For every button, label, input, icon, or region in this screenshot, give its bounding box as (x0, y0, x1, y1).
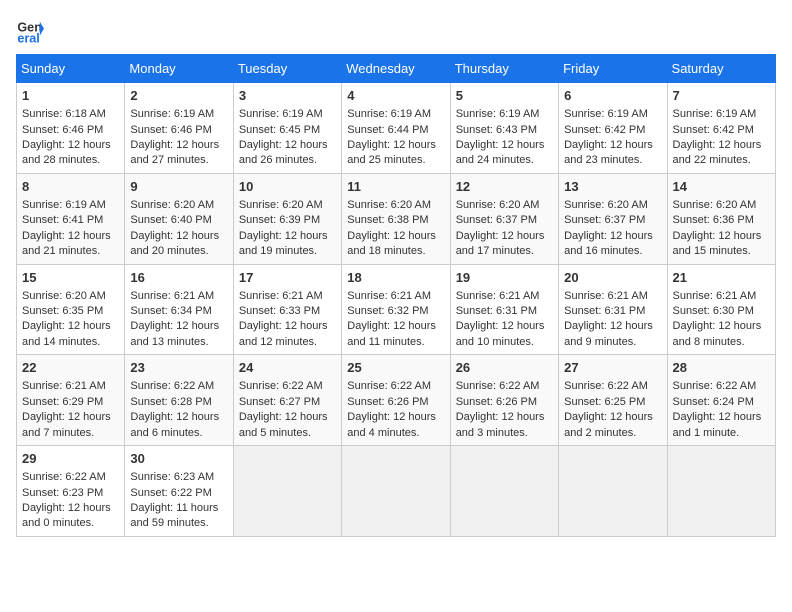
week-row-5: 29Sunrise: 6:22 AMSunset: 6:23 PMDayligh… (17, 446, 776, 537)
day-number: 25 (347, 359, 444, 377)
day-cell: 21Sunrise: 6:21 AMSunset: 6:30 PMDayligh… (667, 264, 775, 355)
day-cell: 7Sunrise: 6:19 AMSunset: 6:42 PMDaylight… (667, 83, 775, 174)
day-cell: 23Sunrise: 6:22 AMSunset: 6:28 PMDayligh… (125, 355, 233, 446)
day-number: 21 (673, 269, 770, 287)
day-number: 19 (456, 269, 553, 287)
day-cell (233, 446, 341, 537)
day-cell (559, 446, 667, 537)
week-row-1: 1Sunrise: 6:18 AMSunset: 6:46 PMDaylight… (17, 83, 776, 174)
day-number: 28 (673, 359, 770, 377)
day-cell: 10Sunrise: 6:20 AMSunset: 6:39 PMDayligh… (233, 173, 341, 264)
day-cell: 8Sunrise: 6:19 AMSunset: 6:41 PMDaylight… (17, 173, 125, 264)
day-cell: 22Sunrise: 6:21 AMSunset: 6:29 PMDayligh… (17, 355, 125, 446)
day-number: 8 (22, 178, 119, 196)
week-row-4: 22Sunrise: 6:21 AMSunset: 6:29 PMDayligh… (17, 355, 776, 446)
day-cell: 2Sunrise: 6:19 AMSunset: 6:46 PMDaylight… (125, 83, 233, 174)
day-number: 14 (673, 178, 770, 196)
day-number: 17 (239, 269, 336, 287)
day-number: 20 (564, 269, 661, 287)
day-cell: 1Sunrise: 6:18 AMSunset: 6:46 PMDaylight… (17, 83, 125, 174)
day-cell: 9Sunrise: 6:20 AMSunset: 6:40 PMDaylight… (125, 173, 233, 264)
day-cell: 4Sunrise: 6:19 AMSunset: 6:44 PMDaylight… (342, 83, 450, 174)
col-header-thursday: Thursday (450, 55, 558, 83)
day-cell: 12Sunrise: 6:20 AMSunset: 6:37 PMDayligh… (450, 173, 558, 264)
logo: Gen eral (16, 16, 48, 44)
day-number: 7 (673, 87, 770, 105)
day-cell: 27Sunrise: 6:22 AMSunset: 6:25 PMDayligh… (559, 355, 667, 446)
col-header-tuesday: Tuesday (233, 55, 341, 83)
day-cell: 11Sunrise: 6:20 AMSunset: 6:38 PMDayligh… (342, 173, 450, 264)
day-cell: 25Sunrise: 6:22 AMSunset: 6:26 PMDayligh… (342, 355, 450, 446)
day-cell (342, 446, 450, 537)
day-cell: 19Sunrise: 6:21 AMSunset: 6:31 PMDayligh… (450, 264, 558, 355)
day-number: 18 (347, 269, 444, 287)
calendar-table: SundayMondayTuesdayWednesdayThursdayFrid… (16, 54, 776, 537)
header: Gen eral (16, 16, 776, 44)
week-row-3: 15Sunrise: 6:20 AMSunset: 6:35 PMDayligh… (17, 264, 776, 355)
day-number: 23 (130, 359, 227, 377)
day-number: 29 (22, 450, 119, 468)
col-header-wednesday: Wednesday (342, 55, 450, 83)
day-cell: 15Sunrise: 6:20 AMSunset: 6:35 PMDayligh… (17, 264, 125, 355)
day-number: 6 (564, 87, 661, 105)
day-number: 10 (239, 178, 336, 196)
day-number: 3 (239, 87, 336, 105)
day-cell: 3Sunrise: 6:19 AMSunset: 6:45 PMDaylight… (233, 83, 341, 174)
day-cell: 13Sunrise: 6:20 AMSunset: 6:37 PMDayligh… (559, 173, 667, 264)
day-number: 5 (456, 87, 553, 105)
col-header-friday: Friday (559, 55, 667, 83)
day-cell (667, 446, 775, 537)
week-row-2: 8Sunrise: 6:19 AMSunset: 6:41 PMDaylight… (17, 173, 776, 264)
day-cell: 5Sunrise: 6:19 AMSunset: 6:43 PMDaylight… (450, 83, 558, 174)
day-cell: 20Sunrise: 6:21 AMSunset: 6:31 PMDayligh… (559, 264, 667, 355)
svg-text:eral: eral (17, 32, 39, 44)
day-cell: 14Sunrise: 6:20 AMSunset: 6:36 PMDayligh… (667, 173, 775, 264)
col-header-sunday: Sunday (17, 55, 125, 83)
day-cell: 26Sunrise: 6:22 AMSunset: 6:26 PMDayligh… (450, 355, 558, 446)
day-number: 2 (130, 87, 227, 105)
logo-icon: Gen eral (16, 16, 44, 44)
day-cell: 28Sunrise: 6:22 AMSunset: 6:24 PMDayligh… (667, 355, 775, 446)
day-cell: 16Sunrise: 6:21 AMSunset: 6:34 PMDayligh… (125, 264, 233, 355)
day-number: 16 (130, 269, 227, 287)
day-number: 30 (130, 450, 227, 468)
day-number: 22 (22, 359, 119, 377)
day-cell: 18Sunrise: 6:21 AMSunset: 6:32 PMDayligh… (342, 264, 450, 355)
day-number: 13 (564, 178, 661, 196)
day-number: 11 (347, 178, 444, 196)
day-cell: 6Sunrise: 6:19 AMSunset: 6:42 PMDaylight… (559, 83, 667, 174)
day-number: 26 (456, 359, 553, 377)
col-header-saturday: Saturday (667, 55, 775, 83)
day-cell: 29Sunrise: 6:22 AMSunset: 6:23 PMDayligh… (17, 446, 125, 537)
day-number: 4 (347, 87, 444, 105)
day-number: 24 (239, 359, 336, 377)
day-cell: 17Sunrise: 6:21 AMSunset: 6:33 PMDayligh… (233, 264, 341, 355)
col-header-monday: Monday (125, 55, 233, 83)
day-number: 27 (564, 359, 661, 377)
header-row: SundayMondayTuesdayWednesdayThursdayFrid… (17, 55, 776, 83)
day-cell: 24Sunrise: 6:22 AMSunset: 6:27 PMDayligh… (233, 355, 341, 446)
day-cell (450, 446, 558, 537)
day-number: 15 (22, 269, 119, 287)
day-number: 9 (130, 178, 227, 196)
day-number: 12 (456, 178, 553, 196)
day-number: 1 (22, 87, 119, 105)
day-cell: 30Sunrise: 6:23 AMSunset: 6:22 PMDayligh… (125, 446, 233, 537)
